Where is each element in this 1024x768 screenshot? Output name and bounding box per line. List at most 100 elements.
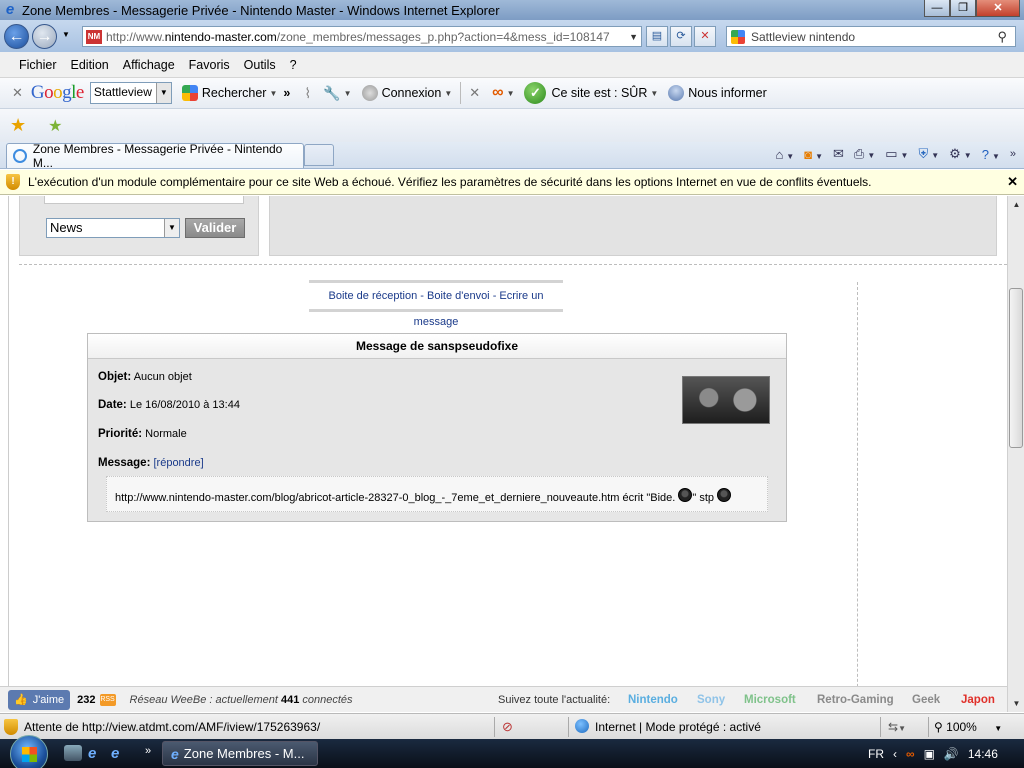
favorites-bar: ★ ★ [0,109,1024,142]
gear-icon[interactable]: ⚙ ▼ [949,146,972,162]
clock[interactable]: 14:46 [968,747,998,761]
network-prefix: Réseau WeeBe : actuellement [129,693,278,706]
category-select[interactable]: News ▼ [46,218,180,238]
refresh-icon[interactable]: ⟳ [670,26,692,47]
menu-outils[interactable]: Outils [244,58,276,72]
help-icon[interactable]: ? ▼ [982,147,1000,162]
wrench-icon[interactable]: 🔧 ▼ [323,85,351,102]
link-sony[interactable]: Sony [697,694,725,706]
scroll-up-icon[interactable]: ▲ [1008,196,1024,213]
inbox-link[interactable]: Boite de réception [329,290,418,302]
ie-quicklaunch-icon[interactable]: e [111,745,129,762]
more-chevron-icon[interactable]: » [283,86,290,100]
wireless-icon[interactable]: ⌇ [304,85,311,102]
sidebar-input-box[interactable] [44,196,244,204]
scroll-down-icon[interactable]: ▼ [1008,695,1024,712]
url-prefix: http://www. [106,29,165,44]
back-button[interactable]: ← [4,24,29,49]
avg-logo-icon[interactable]: ∞ ▼ [492,84,514,102]
google-search-field[interactable]: Stattleview ▼ [89,82,172,104]
add-favorite-icon[interactable]: ★ [48,116,62,136]
close-toolbar-icon[interactable]: ✕ [12,85,23,101]
minimize-button[interactable]: — [924,0,950,17]
volume-icon[interactable]: 🔊 [944,747,959,761]
smiley-icon [717,488,732,502]
toolbar-divider [460,82,462,104]
history-dropdown-icon[interactable]: ▼ [62,30,70,39]
connexion-icon [361,85,378,101]
chevron-down-icon[interactable]: ▼ [164,219,179,237]
left-sidebar-panel: News ▼ Valider [19,196,259,256]
valider-button[interactable]: Valider [185,218,245,238]
people-icon [668,85,685,101]
sent-link[interactable]: Boite d'envoi [427,290,490,302]
mail-icon[interactable]: ✉ [833,146,844,162]
scroll-thumb[interactable] [1009,288,1023,448]
print-icon[interactable]: ⎙ ▼ [854,146,875,162]
priorite-value: Normale [145,428,187,440]
zoom-control[interactable]: ⚲ 100% ▼ [934,720,1002,734]
url-bar[interactable]: NM http://www. nintendo-master.com/zone_m… [82,26,642,47]
connexion-button[interactable]: Connexion ▼ [361,85,452,101]
nav-separator: - [417,290,427,302]
menu-help[interactable]: ? [290,58,297,72]
page-icon[interactable]: ▭ ▼ [885,146,908,162]
more-chevron-icon[interactable]: » [1010,148,1016,160]
compat-icon[interactable]: ⇆▼ [888,720,906,734]
system-tray: FR ‹ ∞ ▣ 🔊 14:46 [868,739,1007,768]
compat-view-icon[interactable]: ▤ [646,26,668,47]
rechercher-button[interactable]: Rechercher ▼ [181,85,277,101]
message-body: http://www.nintendo-master.com/blog/abri… [106,476,768,512]
url-path: /zone_membres/messages_p.php?action=4&me… [276,29,610,44]
rss-icon[interactable]: RSS [99,693,116,706]
rss-feed-icon[interactable]: ◙ ▼ [804,147,823,162]
link-retro-gaming[interactable]: Retro-Gaming [817,694,894,706]
more-chevron-icon[interactable]: » [145,745,151,757]
network-status: Réseau WeeBe : actuellement 441 connecté… [130,694,353,706]
tab-zone-membres[interactable]: Zone Membres - Messagerie Privée - Ninte… [6,142,304,170]
link-japon[interactable]: Japon [961,694,995,706]
forward-button[interactable]: → [32,24,57,49]
favorites-star-icon[interactable]: ★ [10,115,26,136]
popup-blocker-icon[interactable]: ⊘ [502,719,513,735]
tray-expand-icon[interactable]: ‹ [893,747,897,761]
security-zone[interactable]: Internet | Mode protégé : activé [575,719,761,734]
menu-affichage[interactable]: Affichage [123,58,175,72]
like-button[interactable]: 👍 J'aime [8,689,71,710]
close-toolbar-icon[interactable]: ✕ [469,85,480,101]
menu-fichier[interactable]: Fichier [19,58,57,72]
start-button[interactable] [10,735,48,768]
menu-favoris[interactable]: Favoris [189,58,230,72]
connected-count: 441 [280,693,300,706]
search-icon[interactable]: ⚲ [997,29,1007,45]
network-tray-icon[interactable]: ▣ [924,747,935,761]
stop-icon[interactable]: ✕ [694,26,716,47]
link-nintendo[interactable]: Nintendo [628,694,678,706]
menu-edition[interactable]: Edition [71,58,109,72]
category-select-value: News [50,220,83,235]
close-info-bar-icon[interactable]: ✕ [1007,174,1018,190]
vertical-scrollbar[interactable]: ▲ ▼ [1007,196,1024,712]
taskbar-ie-window[interactable]: e Zone Membres - M... [162,741,318,766]
nous-informer-button[interactable]: Nous informer [668,85,767,101]
info-bar[interactable]: ! L'exécution d'un module complémentaire… [0,170,1024,195]
site-safety-button[interactable]: ✓ Ce site est : SÛR ▼ [524,82,658,104]
link-geek[interactable]: Geek [912,694,940,706]
show-desktop-icon[interactable] [64,745,82,761]
home-icon[interactable]: ⌂ ▼ [775,147,794,162]
chevron-down-icon[interactable]: ▼ [155,83,171,103]
safety-shield-icon[interactable]: ⛨ ▼ [918,146,939,162]
close-window-button[interactable]: ✕ [976,0,1020,17]
avg-tray-icon[interactable]: ∞ [906,747,915,761]
link-microsoft[interactable]: Microsoft [744,694,796,706]
new-tab-button[interactable] [304,144,334,166]
ie-logo-icon: e [5,1,15,18]
ie-quicklaunch-icon[interactable]: e [88,745,106,762]
language-indicator[interactable]: FR [868,747,884,761]
search-input[interactable]: Sattleview nintendo ⚲ [726,26,1016,47]
repondre-link[interactable]: [répondre] [153,457,203,469]
date-label: Date: [98,399,127,411]
status-bar: Attente de http://view.atdmt.com/AMF/ivi… [0,713,1024,739]
maximize-button[interactable]: ❐ [950,0,976,17]
url-dropdown-icon[interactable]: ▼ [629,32,638,42]
